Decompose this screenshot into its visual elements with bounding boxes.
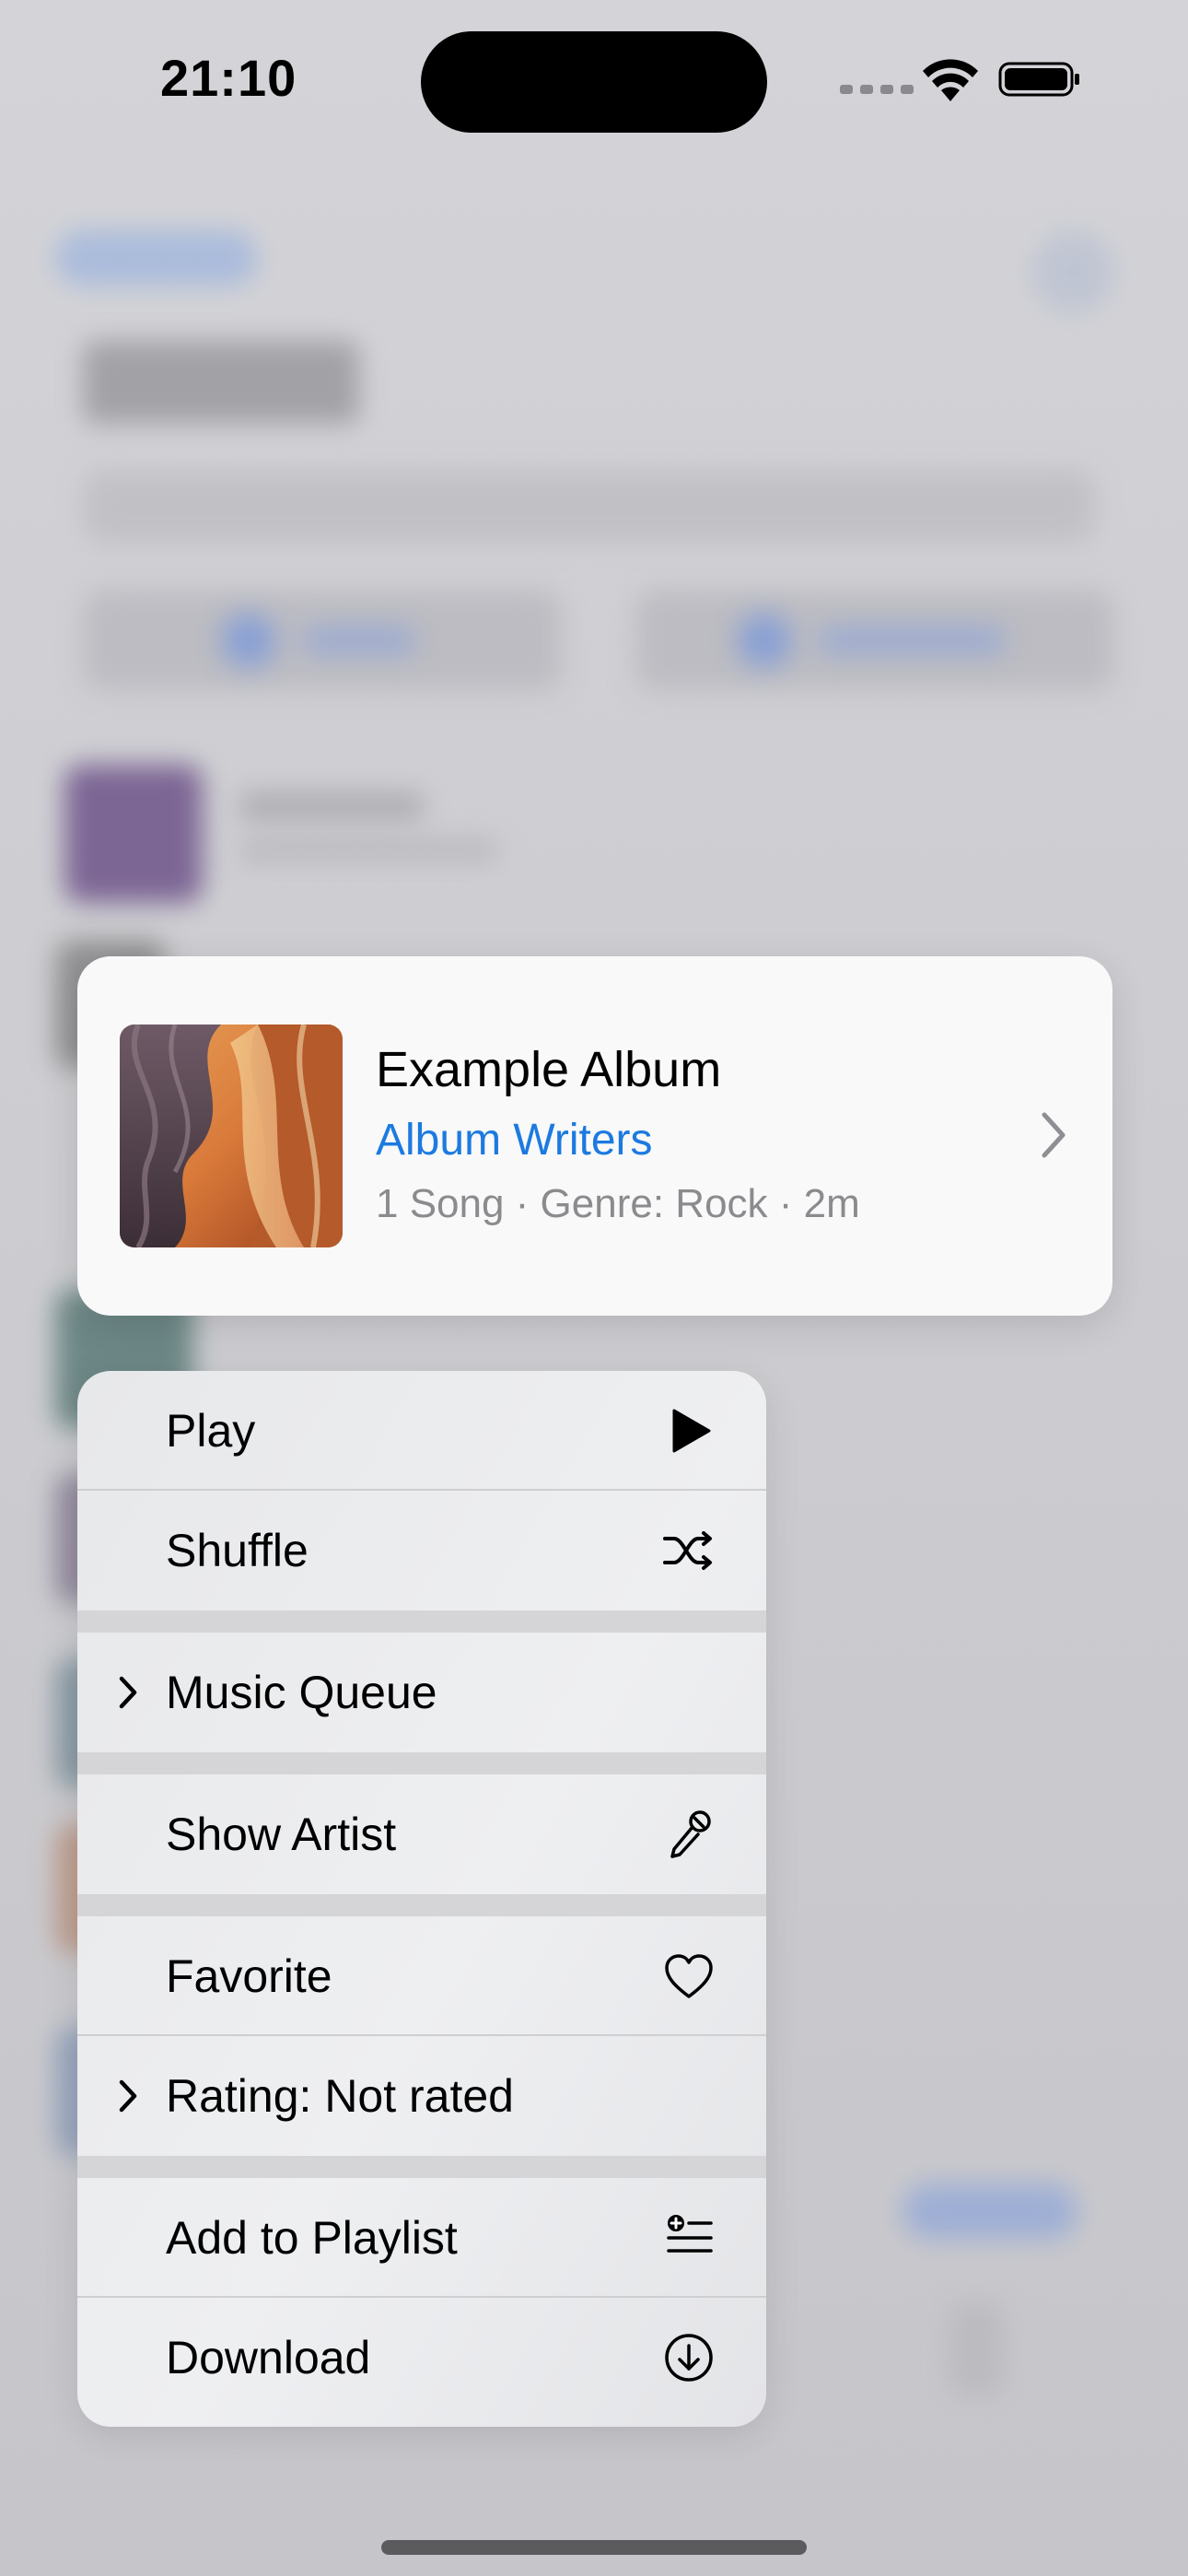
heart-icon [665, 1954, 713, 1998]
menu-section-divider [77, 1752, 766, 1774]
play-all-icon-blurred [221, 613, 276, 668]
dynamic-island [421, 31, 767, 133]
menu-item-rating[interactable]: Rating: Not rated [77, 2036, 766, 2156]
menu-item-music-queue[interactable]: Music Queue [77, 1633, 766, 1752]
menu-button-blurred [1031, 230, 1114, 313]
wifi-icon [923, 59, 978, 101]
menu-item-label: Shuffle [166, 1525, 309, 1576]
menu-item-label: Music Queue [166, 1667, 437, 1718]
menu-item-label: Add to Playlist [166, 2212, 458, 2264]
menu-item-label: Download [166, 2332, 371, 2383]
status-bar: 21:10 [0, 0, 1188, 147]
menu-item-play[interactable]: Play [77, 1371, 766, 1491]
battery-icon [998, 62, 1079, 97]
menu-item-label: Play [166, 1405, 256, 1457]
menu-section-divider [77, 1894, 766, 1916]
menu-section-divider [77, 2156, 766, 2178]
back-button-blurred [55, 230, 258, 286]
menu-item-label: Rating: Not rated [166, 2070, 514, 2122]
album-title: Example Album [376, 1042, 722, 1097]
chevron-right-icon [119, 2079, 137, 2113]
context-menu: Play Shuffle Music Queue Show Artist Fav… [77, 1371, 766, 2427]
menu-item-label: Show Artist [166, 1809, 397, 1860]
shuffle-all-icon-blurred [737, 613, 792, 668]
menu-item-show-artist[interactable]: Show Artist [77, 1774, 766, 1894]
home-indicator[interactable] [381, 2540, 807, 2555]
menu-item-add-to-playlist[interactable]: Add to Playlist [77, 2178, 766, 2298]
menu-item-shuffle[interactable]: Shuffle [77, 1491, 766, 1610]
mini-player-pill-blurred [903, 2184, 1077, 2239]
download-icon [665, 2334, 713, 2382]
album-artwork-image [120, 1025, 343, 1247]
chevron-right-icon [119, 1676, 137, 1709]
play-all-label-blurred [304, 626, 414, 654]
chevron-right-icon[interactable] [1035, 1109, 1072, 1161]
search-field-blurred [83, 470, 1096, 544]
list-artwork-blurred [64, 765, 203, 903]
add-to-playlist-icon [667, 2215, 713, 2253]
list-title-blurred [239, 792, 424, 820]
list-subtitle-blurred [239, 838, 497, 862]
album-metadata: 1 Song · Genre: Rock · 2m [376, 1181, 860, 1226]
shuffle-all-label-blurred [820, 626, 1004, 654]
play-icon [672, 1409, 711, 1453]
status-time: 21:10 [160, 49, 297, 107]
menu-item-download[interactable]: Download [77, 2298, 766, 2418]
album-preview-card[interactable]: Example Album Album Writers 1 Song · Gen… [77, 956, 1112, 1316]
microphone-icon [670, 1810, 711, 1858]
cellular-signal-icon [840, 85, 914, 94]
menu-item-favorite[interactable]: Favorite [77, 1916, 766, 2036]
shuffle-icon [663, 1531, 712, 1570]
menu-item-label: Favorite [166, 1950, 332, 2002]
menu-section-divider [77, 1610, 766, 1633]
tab-icon-blurred [949, 2303, 1004, 2395]
album-artwork [120, 1025, 343, 1247]
page-title-blurred [83, 341, 359, 424]
album-artist-link[interactable]: Album Writers [376, 1115, 653, 1165]
